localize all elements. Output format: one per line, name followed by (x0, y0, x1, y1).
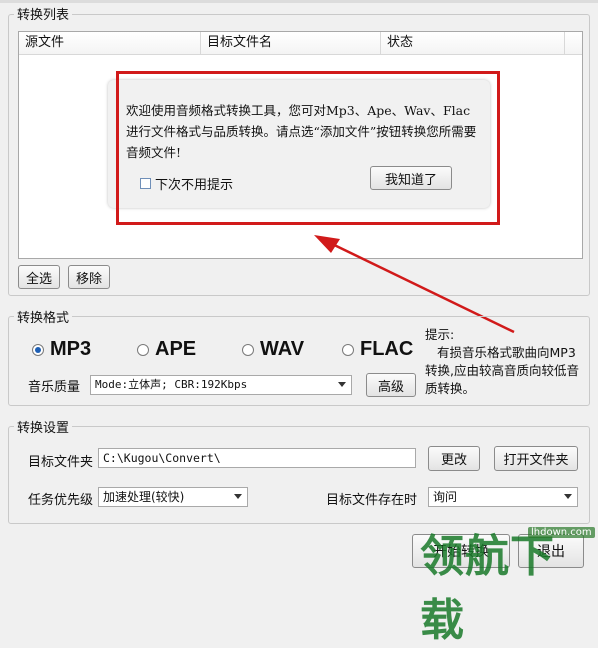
radio-selected-dot (35, 346, 41, 353)
quality-label: 音乐质量 (28, 380, 81, 395)
radio-flac-label: FLAC (360, 338, 414, 360)
target-folder-label: 目标文件夹 (28, 455, 94, 470)
settings-group-title: 转换设置 (14, 417, 73, 436)
column-target-name[interactable]: 目标文件名 (201, 32, 381, 54)
radio-ape-circle[interactable] (137, 343, 149, 356)
radio-flac-circle[interactable] (342, 343, 354, 356)
conversion-list-title: 转换列表 (14, 4, 73, 23)
quality-value: Mode:立体声; CBR:192Kbps (95, 378, 248, 391)
highlight-box (116, 71, 500, 225)
radio-mp3-circle[interactable] (32, 343, 44, 356)
priority-value: 加速处理(较快) (103, 490, 185, 504)
exists-label: 目标文件存在时 (326, 493, 418, 508)
radio-mp3[interactable]: MP3 (32, 338, 91, 361)
hint-title: 提示: (425, 327, 455, 342)
column-source-file[interactable]: 源文件 (19, 32, 201, 54)
watermark-url: lhdown.com (528, 527, 595, 538)
radio-mp3-label: MP3 (50, 338, 92, 360)
chevron-down-icon[interactable] (338, 382, 346, 387)
exists-select[interactable]: 询问 (428, 487, 578, 507)
file-list-header: 源文件 目标文件名 状态 (19, 32, 582, 55)
open-folder-button[interactable]: 打开文件夹 (494, 446, 578, 471)
change-button[interactable]: 更改 (428, 446, 480, 471)
hint-text: 有损音乐格式歌曲向MP3转换,应由较高音质向较低音质转换。 (425, 345, 579, 396)
top-tab-strip (0, 0, 598, 3)
advanced-button[interactable]: 高级 (366, 373, 416, 397)
format-hint: 提示: 有损音乐格式歌曲向MP3转换,应由较高音质向较低音质转换。 (425, 326, 587, 398)
chevron-down-icon[interactable] (564, 494, 572, 499)
settings-group (8, 426, 590, 524)
target-folder-field[interactable]: C:\Kugou\Convert\ (98, 448, 416, 468)
exists-value: 询问 (433, 490, 458, 504)
radio-flac[interactable]: FLAC (342, 338, 413, 361)
chevron-down-icon[interactable] (234, 494, 242, 499)
radio-wav[interactable]: WAV (242, 338, 304, 361)
format-group-title: 转换格式 (14, 307, 73, 326)
radio-ape-label: APE (155, 338, 197, 360)
quality-select[interactable]: Mode:立体声; CBR:192Kbps (90, 375, 352, 395)
radio-wav-circle[interactable] (242, 343, 254, 356)
watermark-logo: 领航下载 (420, 531, 555, 646)
remove-button[interactable]: 移除 (68, 265, 110, 289)
radio-wav-label: WAV (260, 338, 305, 360)
column-status[interactable]: 状态 (381, 32, 565, 54)
priority-label: 任务优先级 (28, 493, 94, 508)
radio-ape[interactable]: APE (137, 338, 196, 361)
select-all-button[interactable]: 全选 (18, 265, 60, 289)
priority-select[interactable]: 加速处理(较快) (98, 487, 248, 507)
